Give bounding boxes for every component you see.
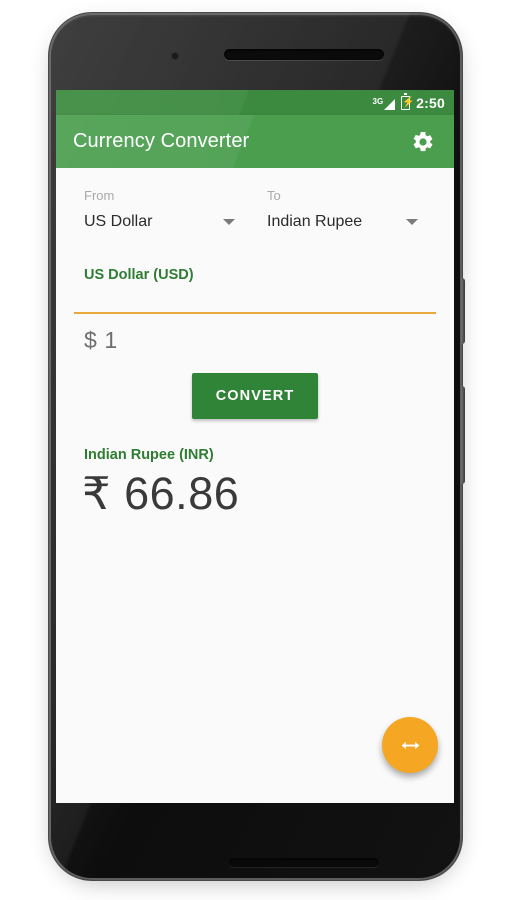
battery-charging-icon: ⚡	[401, 93, 415, 110]
amount-input-group: $ 1	[72, 312, 438, 354]
status-bar: 3G ⚡ 2:50	[56, 90, 454, 115]
from-currency-dropdown[interactable]: US Dollar	[72, 213, 241, 231]
earpiece-speaker	[224, 49, 384, 60]
app-bar: Currency Converter	[56, 115, 454, 168]
cellular-signal-icon: 3G	[373, 95, 396, 111]
from-currency-selector: From US Dollar	[72, 188, 255, 231]
settings-button[interactable]	[406, 125, 440, 159]
from-currency-value: US Dollar	[84, 213, 153, 230]
screenshot-stage: 3G ⚡ 2:50 Currency Converter From US Dol…	[0, 0, 510, 900]
source-currency-label: US Dollar (USD)	[84, 267, 194, 283]
chevron-down-icon	[223, 219, 235, 225]
battery-bolt-icon: ⚡	[402, 96, 415, 108]
bottom-speaker-grille	[229, 858, 379, 867]
currency-selector-row: From US Dollar To Indian Rupee	[72, 168, 438, 231]
swap-horizontal-icon	[401, 741, 419, 749]
front-camera-icon	[171, 52, 179, 60]
amount-input-underline	[74, 312, 436, 314]
to-currency-value: Indian Rupee	[267, 213, 363, 230]
gear-icon	[413, 131, 433, 151]
power-button[interactable]	[461, 278, 465, 344]
convert-button-row: CONVERT	[72, 373, 438, 419]
to-label: To	[267, 188, 281, 203]
result-amount: ₹ 66.86	[82, 468, 240, 519]
phone-screen: 3G ⚡ 2:50 Currency Converter From US Dol…	[56, 90, 454, 803]
to-currency-dropdown[interactable]: Indian Rupee	[255, 213, 424, 231]
convert-button[interactable]: CONVERT	[191, 373, 319, 419]
network-type-label: 3G	[372, 96, 384, 106]
result-currency-label: Indian Rupee (INR)	[84, 447, 214, 463]
signal-bars-icon	[384, 98, 396, 110]
page-title: Currency Converter	[73, 130, 250, 152]
chevron-down-icon	[406, 219, 418, 225]
volume-button[interactable]	[461, 386, 465, 484]
from-label: From	[84, 188, 115, 203]
amount-input[interactable]: $ 1	[72, 327, 438, 354]
main-content: From US Dollar To Indian Rupee US Dollar…	[56, 168, 454, 803]
status-bar-clock: 2:50	[416, 94, 445, 111]
to-currency-selector: To Indian Rupee	[255, 188, 438, 231]
swap-currencies-fab[interactable]	[382, 717, 438, 773]
